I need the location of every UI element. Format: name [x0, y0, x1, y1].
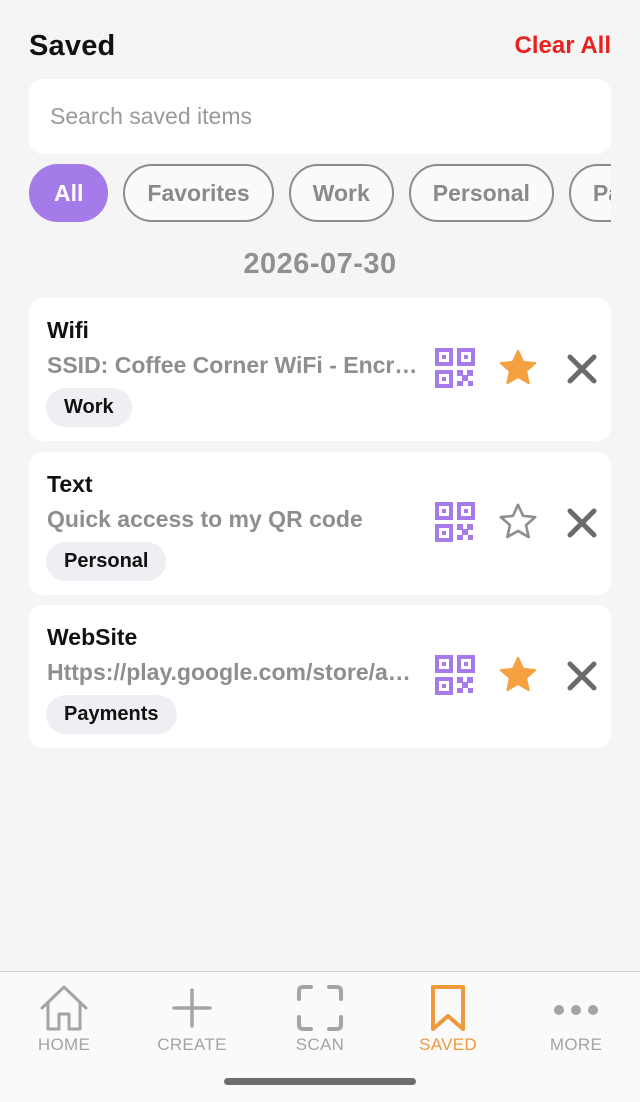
nav-scan-label: SCAN	[295, 1035, 345, 1054]
nav-more-label: MORE	[549, 1035, 603, 1054]
plus-icon	[172, 988, 212, 1028]
close-icon[interactable]	[567, 508, 597, 538]
star-outline-icon[interactable]	[497, 501, 539, 543]
more-dots-icon	[554, 1005, 598, 1015]
item-content: SSID: Coffee Corner WiFi - Encryption: W…	[47, 352, 419, 378]
item-tag: Personal	[46, 542, 167, 581]
home-indicator	[224, 1078, 416, 1085]
star-filled-icon[interactable]	[497, 654, 539, 696]
saved-item-card[interactable]: Wifi SSID: Coffee Corner WiFi - Encrypti…	[29, 298, 611, 441]
item-tag: Payments	[46, 695, 177, 734]
nav-create-label: CREATE	[157, 1035, 227, 1054]
filter-chip-work[interactable]: Work	[288, 164, 394, 222]
home-icon	[40, 985, 88, 1031]
item-content: Https://play.google.com/store/apps	[47, 659, 419, 685]
bottom-nav: HOME CREATE SCAN SAVED MORE	[0, 971, 640, 1102]
qr-code-icon[interactable]	[435, 348, 475, 388]
nav-saved[interactable]: SAVED	[384, 984, 512, 1054]
saved-item-card[interactable]: Text Quick access to my QR code Personal	[29, 452, 611, 595]
nav-saved-label: SAVED	[419, 1035, 477, 1054]
saved-item-card[interactable]: WebSite Https://play.google.com/store/ap…	[29, 605, 611, 748]
item-type: Wifi	[47, 317, 89, 343]
search-input[interactable]	[29, 79, 611, 154]
filter-chip-personal[interactable]: Personal	[408, 164, 554, 222]
clear-all-button[interactable]: Clear All	[515, 32, 611, 60]
nav-home-label: HOME	[37, 1035, 91, 1054]
filter-chip-payments[interactable]: Payments	[568, 164, 611, 222]
header: Saved Clear All	[29, 26, 611, 66]
close-icon[interactable]	[567, 354, 597, 384]
qr-code-icon[interactable]	[435, 502, 475, 542]
scan-frame-icon	[297, 985, 343, 1031]
item-type: Text	[47, 471, 93, 497]
nav-more[interactable]: MORE	[512, 984, 640, 1054]
saved-screen: Saved Clear All All Favorites Work Perso…	[0, 0, 640, 1102]
nav-home[interactable]: HOME	[0, 984, 128, 1054]
page-title: Saved	[29, 29, 116, 62]
item-tag: Work	[46, 388, 132, 427]
item-content: Quick access to my QR code	[47, 506, 363, 532]
star-filled-icon[interactable]	[497, 347, 539, 389]
qr-code-icon[interactable]	[435, 655, 475, 695]
nav-scan[interactable]: SCAN	[256, 984, 384, 1054]
item-type: WebSite	[47, 624, 138, 650]
bookmark-icon	[431, 985, 465, 1031]
close-icon[interactable]	[567, 661, 597, 691]
date-group-header: 2026-07-30	[243, 248, 397, 280]
filter-chips: All Favorites Work Personal Payments	[29, 164, 611, 224]
nav-create[interactable]: CREATE	[128, 984, 256, 1054]
filter-chip-favorites[interactable]: Favorites	[123, 164, 274, 222]
filter-chip-all[interactable]: All	[29, 164, 109, 222]
